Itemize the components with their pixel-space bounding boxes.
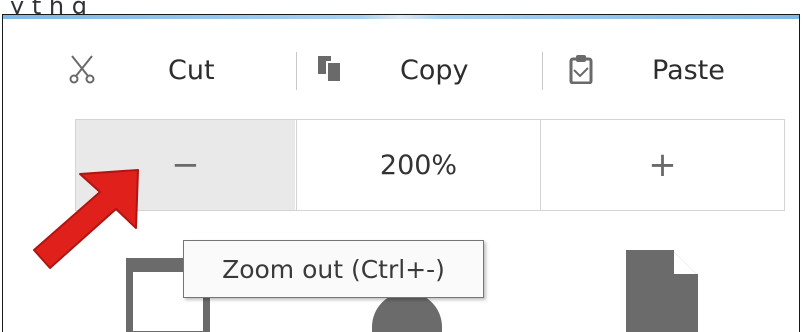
minus-icon: − [171,145,200,185]
copy-label: Copy [400,55,469,86]
tooltip-text: Zoom out (Ctrl+-) [222,254,445,284]
separator [296,52,297,90]
zoom-level: 200% [379,149,458,181]
zoom-controls-row: − 200% + [75,119,785,211]
copy-button[interactable]: Copy [300,40,542,100]
red-arrow-icon [33,169,139,269]
clipboard-icon [569,55,593,84]
cut-label: Cut [168,55,215,86]
scissors-icon [69,55,95,84]
new-document-icon[interactable] [626,250,698,332]
tooltip: Zoom out (Ctrl+-) [183,240,484,298]
plus-icon: + [648,145,677,185]
edit-controls-row: Cut Copy Paste [60,40,780,100]
paste-button[interactable]: Paste [544,40,780,100]
separator [542,52,543,90]
panel-top-border [3,15,799,19]
cut-button[interactable]: Cut [60,40,296,100]
zoom-in-button[interactable]: + [540,120,784,210]
paste-label: Paste [652,55,725,86]
copy-icon [318,56,342,83]
zoom-reset-button[interactable]: 200% [296,120,540,210]
